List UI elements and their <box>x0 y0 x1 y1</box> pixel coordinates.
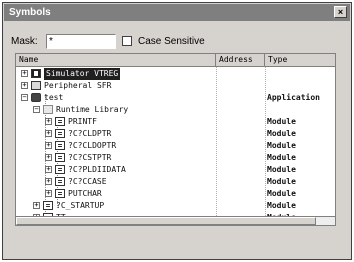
case-sensitive-label[interactable]: Case Sensitive <box>138 36 205 47</box>
symbol-name: ?C?CLDOPTR <box>68 141 117 150</box>
mask-label: Mask: <box>11 36 38 47</box>
symbol-type: Module <box>267 201 296 210</box>
symbol-name: ?C?CSTPTR <box>68 153 112 162</box>
symbol-type: Module <box>267 117 296 126</box>
symbol-type: Module <box>267 141 296 150</box>
module-icon <box>55 129 65 138</box>
symbol-name: test <box>44 93 64 102</box>
expander-plus-icon[interactable]: + <box>21 70 28 77</box>
expander-minus-icon[interactable]: − <box>21 94 28 101</box>
module-icon <box>55 141 65 150</box>
application-icon <box>31 93 41 102</box>
symbol-name: ?C?PLDIIDATA <box>68 165 126 174</box>
module-icon <box>55 153 65 162</box>
peripheral-icon <box>31 81 41 90</box>
module-icon <box>55 165 65 174</box>
symbol-name: Runtime Library <box>56 105 129 114</box>
case-sensitive-checkbox[interactable] <box>122 36 132 46</box>
module-icon <box>43 201 53 210</box>
list-header: Name Address Type <box>16 54 335 67</box>
scrollbar-thumb[interactable] <box>16 217 316 225</box>
tree-row[interactable]: + ?C?PLDIIDATA Module <box>16 164 335 176</box>
expander-plus-icon[interactable]: + <box>45 142 52 149</box>
close-button[interactable]: × <box>334 6 347 18</box>
symbol-type: Module <box>267 153 296 162</box>
tree-row[interactable]: + PRINTF Module <box>16 116 335 128</box>
expander-plus-icon[interactable]: + <box>45 166 52 173</box>
symbol-type: Module <box>267 189 296 198</box>
column-header-name[interactable]: Name <box>16 54 216 66</box>
tree-row[interactable]: + ?C?CLDOPTR Module <box>16 140 335 152</box>
title-bar: Symbols × <box>4 4 350 21</box>
symbol-name: Simulator VTREG <box>44 68 121 80</box>
tree-row[interactable]: + Simulator VTREG <box>16 68 335 80</box>
symbol-type: Module <box>267 165 296 174</box>
module-icon <box>55 189 65 198</box>
tree-row[interactable]: − test Application <box>16 92 335 104</box>
symbol-list[interactable]: Name Address Type + Simulator VTREG + Perip… <box>15 53 336 217</box>
symbol-name: ?C_STARTUP <box>56 201 105 210</box>
symbol-type: Application <box>267 93 320 102</box>
symbol-name: PRINTF <box>68 117 97 126</box>
expander-plus-icon[interactable]: + <box>45 190 52 197</box>
tree-row[interactable]: + ?C?CCASE Module <box>16 176 335 188</box>
tree-row[interactable]: + ?C?CSTPTR Module <box>16 152 335 164</box>
tree-row[interactable]: − Runtime Library <box>16 104 335 116</box>
module-icon <box>55 117 65 126</box>
expander-minus-icon[interactable]: − <box>33 106 40 113</box>
column-header-address[interactable]: Address <box>216 54 265 66</box>
tree-row[interactable]: + Peripheral SFR <box>16 80 335 92</box>
symbol-name: PUTCHAR <box>68 189 102 198</box>
expander-plus-icon[interactable]: + <box>45 178 52 185</box>
mask-input[interactable]: * <box>46 34 116 49</box>
horizontal-scrollbar[interactable] <box>15 217 336 226</box>
symbol-type: Module <box>267 129 296 138</box>
module-icon <box>55 177 65 186</box>
expander-plus-icon[interactable]: + <box>33 202 40 209</box>
symbol-name: ?C?CLDPTR <box>68 129 112 138</box>
column-header-type[interactable]: Type <box>265 54 335 66</box>
expander-plus-icon[interactable]: + <box>21 82 28 89</box>
tree-row[interactable]: + ?C_STARTUP Module <box>16 200 335 212</box>
tree-row[interactable]: + ?C?CLDPTR Module <box>16 128 335 140</box>
simulator-icon <box>31 69 41 78</box>
window-title: Symbols <box>9 7 51 18</box>
expander-plus-icon[interactable]: + <box>45 154 52 161</box>
expander-plus-icon[interactable]: + <box>45 118 52 125</box>
library-icon <box>43 105 53 114</box>
symbol-name: Peripheral SFR <box>44 81 112 90</box>
expander-plus-icon[interactable]: + <box>45 130 52 137</box>
tree-row[interactable]: + PUTCHAR Module <box>16 188 335 200</box>
symbol-type: Module <box>267 177 296 186</box>
symbol-name: ?C?CCASE <box>68 177 107 186</box>
